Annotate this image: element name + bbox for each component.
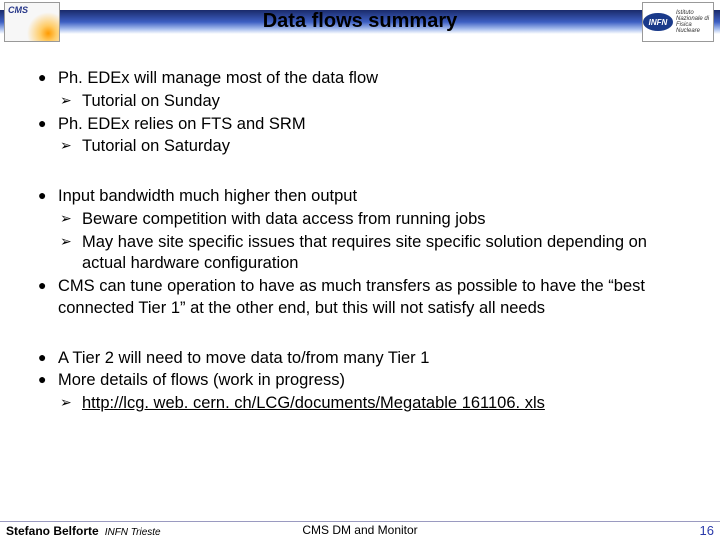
bullet-list-l2: Tutorial on Saturday	[58, 136, 692, 158]
bullet-l2-text: Tutorial on Sunday	[82, 92, 220, 110]
bullet-l1: CMS can tune operation to have as much t…	[38, 276, 692, 320]
bullet-l2-link[interactable]: http://lcg. web. cern. ch/LCG/documents/…	[82, 394, 545, 412]
bullet-l1-text: Ph. EDEx will manage most of the data fl…	[58, 69, 378, 87]
bullet-list-l2: Tutorial on Sunday	[58, 91, 692, 113]
bullet-l1-text: A Tier 2 will need to move data to/from …	[58, 349, 429, 367]
bullet-l1: More details of flows (work in progress)…	[38, 370, 692, 415]
bullet-list-l2: Beware competition with data access from…	[58, 209, 692, 275]
bullet-block: Ph. EDEx will manage most of the data fl…	[38, 68, 692, 158]
infn-logo: INFN Istituto Nazionale di Fisica Nuclea…	[642, 2, 714, 42]
bullet-l1-text: More details of flows (work in progress)	[58, 371, 345, 389]
footer-rule	[0, 521, 720, 522]
bullet-l1-text: CMS can tune operation to have as much t…	[58, 277, 645, 317]
slide-body: Ph. EDEx will manage most of the data fl…	[0, 46, 720, 415]
bullet-l2: May have site specific issues that requi…	[58, 232, 692, 276]
bullet-l2-text: Tutorial on Saturday	[82, 137, 230, 155]
bullet-list-l1: Input bandwidth much higher then output B…	[38, 186, 692, 320]
footer-author: Stefano Belforte	[6, 524, 99, 538]
bullet-l1-text: Ph. EDEx relies on FTS and SRM	[58, 115, 306, 133]
slide-title: Data flows summary	[0, 10, 720, 33]
bullet-l1: Input bandwidth much higher then output B…	[38, 186, 692, 275]
bullet-block: Input bandwidth much higher then output B…	[38, 186, 692, 320]
bullet-l1-text: Input bandwidth much higher then output	[58, 187, 357, 205]
slide-header: CMS Data flows summary INFN Istituto Naz…	[0, 0, 720, 46]
bullet-l1: Ph. EDEx will manage most of the data fl…	[38, 68, 692, 113]
infn-logo-oval: INFN	[643, 13, 673, 31]
infn-logo-text: Istituto Nazionale di Fisica Nucleare	[676, 10, 713, 34]
footer-center: CMS DM and Monitor	[302, 523, 417, 537]
slide-footer: Stefano Belforte INFN Trieste CMS DM and…	[0, 523, 720, 538]
bullet-block: A Tier 2 will need to move data to/from …	[38, 348, 692, 415]
bullet-l2: Beware competition with data access from…	[58, 209, 692, 231]
bullet-l2: http://lcg. web. cern. ch/LCG/documents/…	[58, 393, 692, 415]
bullet-list-l1: Ph. EDEx will manage most of the data fl…	[38, 68, 692, 158]
footer-affiliation: INFN Trieste	[105, 527, 161, 538]
bullet-l2-text: May have site specific issues that requi…	[82, 233, 647, 273]
bullet-l1: Ph. EDEx relies on FTS and SRM Tutorial o…	[38, 114, 692, 159]
bullet-l2: Tutorial on Saturday	[58, 136, 692, 158]
bullet-l2-text: Beware competition with data access from…	[82, 210, 486, 228]
bullet-list-l1: A Tier 2 will need to move data to/from …	[38, 348, 692, 415]
bullet-l2: Tutorial on Sunday	[58, 91, 692, 113]
bullet-l1: A Tier 2 will need to move data to/from …	[38, 348, 692, 370]
footer-page-number: 16	[700, 523, 714, 538]
bullet-list-l2: http://lcg. web. cern. ch/LCG/documents/…	[58, 393, 692, 415]
